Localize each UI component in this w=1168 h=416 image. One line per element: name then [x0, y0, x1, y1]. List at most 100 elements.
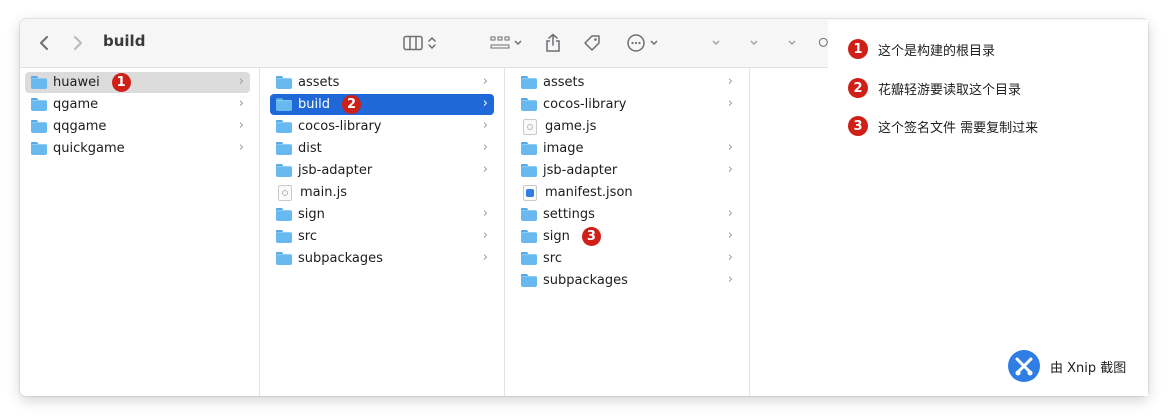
list-item[interactable]: assets ›: [515, 72, 739, 93]
list-item[interactable]: jsb-adapter ›: [270, 160, 494, 181]
disclosure-arrow-icon: ›: [482, 250, 488, 265]
disclosure-arrow-icon: ›: [482, 140, 488, 155]
column-view-icon: [403, 35, 423, 51]
disclosure-arrow-icon: ›: [727, 74, 733, 89]
view-mode-button[interactable]: [400, 31, 440, 55]
share-button[interactable]: [542, 31, 564, 55]
folder-icon: [276, 98, 292, 111]
folder-icon: [521, 142, 537, 155]
disclosure-arrow-icon: ›: [482, 162, 488, 177]
chevron-down-icon: [750, 40, 758, 45]
list-item[interactable]: src ›: [515, 248, 739, 269]
folder-icon: [521, 274, 537, 287]
item-label: src: [543, 251, 562, 266]
chevron-down-icon: [513, 40, 522, 46]
item-label: main.js: [300, 185, 347, 200]
legend-text: 这个签名文件 需要复制过来: [878, 120, 1039, 136]
more-actions-button[interactable]: [622, 31, 662, 55]
js-file-icon: [278, 184, 292, 201]
tag-icon: [584, 35, 600, 51]
folder-icon: [521, 230, 537, 243]
folder-icon: [521, 98, 537, 111]
list-item[interactable]: huawei 1 ›: [25, 72, 250, 93]
item-label: manifest.json: [545, 185, 633, 200]
list-item[interactable]: cocos-library ›: [515, 94, 739, 115]
list-item[interactable]: settings ›: [515, 204, 739, 225]
number-badge: 1: [848, 39, 868, 59]
column-1[interactable]: huawei 1 › qgame › qqgame › quickgame ›: [20, 68, 260, 396]
chevron-down-icon: [712, 40, 720, 45]
legend-item-1: 1 这个是构建的根目录: [848, 39, 995, 59]
item-label: huawei: [53, 75, 100, 90]
legend-text: 花瓣轻游要读取这个目录: [878, 82, 1022, 98]
item-label: sign: [298, 207, 325, 222]
folder-icon: [521, 208, 537, 221]
disclosure-arrow-icon: ›: [238, 140, 244, 155]
item-label: image: [543, 141, 584, 156]
folder-icon: [31, 76, 47, 89]
disclosure-arrow-icon: ›: [727, 228, 733, 243]
list-item[interactable]: cocos-library ›: [270, 116, 494, 137]
disclosure-arrow-icon: ›: [482, 96, 488, 111]
folder-icon: [521, 76, 537, 89]
item-label: qqgame: [53, 119, 107, 134]
item-label: dist: [298, 141, 322, 156]
list-item[interactable]: build 2 ›: [270, 94, 494, 115]
number-badge: 3: [848, 116, 868, 136]
folder-icon: [276, 120, 292, 133]
disclosure-arrow-icon: ›: [482, 228, 488, 243]
legend-item-3: 3 这个签名文件 需要复制过来: [848, 116, 1038, 136]
disclosure-arrow-icon: ›: [727, 162, 733, 177]
toolbar-dropdown-3[interactable]: [784, 31, 800, 55]
list-item[interactable]: dist ›: [270, 138, 494, 159]
disclosure-arrow-icon: ›: [482, 118, 488, 133]
chevron-right-icon: [74, 36, 82, 50]
list-item[interactable]: sign ›: [270, 204, 494, 225]
list-item[interactable]: jsb-adapter ›: [515, 160, 739, 181]
window-title: build: [103, 32, 146, 50]
column-3[interactable]: assets › cocos-library › game.js image › jsb-ad…: [505, 68, 750, 396]
forward-button[interactable]: [68, 31, 88, 55]
item-label: quickgame: [53, 141, 125, 156]
toolbar-dropdown-1[interactable]: [708, 31, 724, 55]
chevron-down-icon: [788, 40, 796, 45]
list-item[interactable]: qgame ›: [25, 94, 250, 115]
list-item[interactable]: game.js: [515, 116, 739, 137]
list-item[interactable]: subpackages ›: [515, 270, 739, 291]
list-item[interactable]: sign 3 ›: [515, 226, 739, 247]
list-item[interactable]: subpackages ›: [270, 248, 494, 269]
column-2[interactable]: assets › build 2 › cocos-library › dist › jsb-ada…: [260, 68, 505, 396]
list-item[interactable]: main.js: [270, 182, 494, 203]
group-button[interactable]: [486, 31, 526, 55]
folder-icon: [276, 164, 292, 177]
disclosure-arrow-icon: ›: [727, 140, 733, 155]
back-button[interactable]: [34, 31, 54, 55]
json-file-icon: [523, 184, 537, 201]
list-item[interactable]: quickgame ›: [25, 138, 250, 159]
folder-icon: [276, 230, 292, 243]
number-badge: 3: [581, 227, 601, 246]
list-item[interactable]: qqgame ›: [25, 116, 250, 137]
chevron-updown-icon: [428, 36, 436, 50]
disclosure-arrow-icon: ›: [238, 118, 244, 133]
item-label: assets: [543, 75, 585, 90]
disclosure-arrow-icon: ›: [482, 74, 488, 89]
item-label: qgame: [53, 97, 99, 112]
chevron-down-icon: [649, 40, 658, 46]
item-label: src: [298, 229, 317, 244]
folder-icon: [521, 252, 537, 265]
list-item[interactable]: image ›: [515, 138, 739, 159]
legend-item-2: 2 花瓣轻游要读取这个目录: [848, 78, 1021, 98]
toolbar-dropdown-2[interactable]: [746, 31, 762, 55]
watermark-text: 由 Xnip 截图: [1050, 360, 1127, 376]
disclosure-arrow-icon: ›: [727, 96, 733, 111]
tag-button[interactable]: [580, 31, 604, 55]
annotation-legend: 1 这个是构建的根目录 2 花瓣轻游要读取这个目录 3 这个签名文件 需要复制过…: [828, 20, 1148, 396]
xnip-watermark: 由 Xnip 截图: [1008, 350, 1126, 382]
disclosure-arrow-icon: ›: [482, 206, 488, 221]
item-label: jsb-adapter: [543, 163, 618, 178]
list-item[interactable]: src ›: [270, 226, 494, 247]
list-item[interactable]: manifest.json: [515, 182, 739, 203]
item-label: game.js: [545, 119, 597, 134]
list-item[interactable]: assets ›: [270, 72, 494, 93]
